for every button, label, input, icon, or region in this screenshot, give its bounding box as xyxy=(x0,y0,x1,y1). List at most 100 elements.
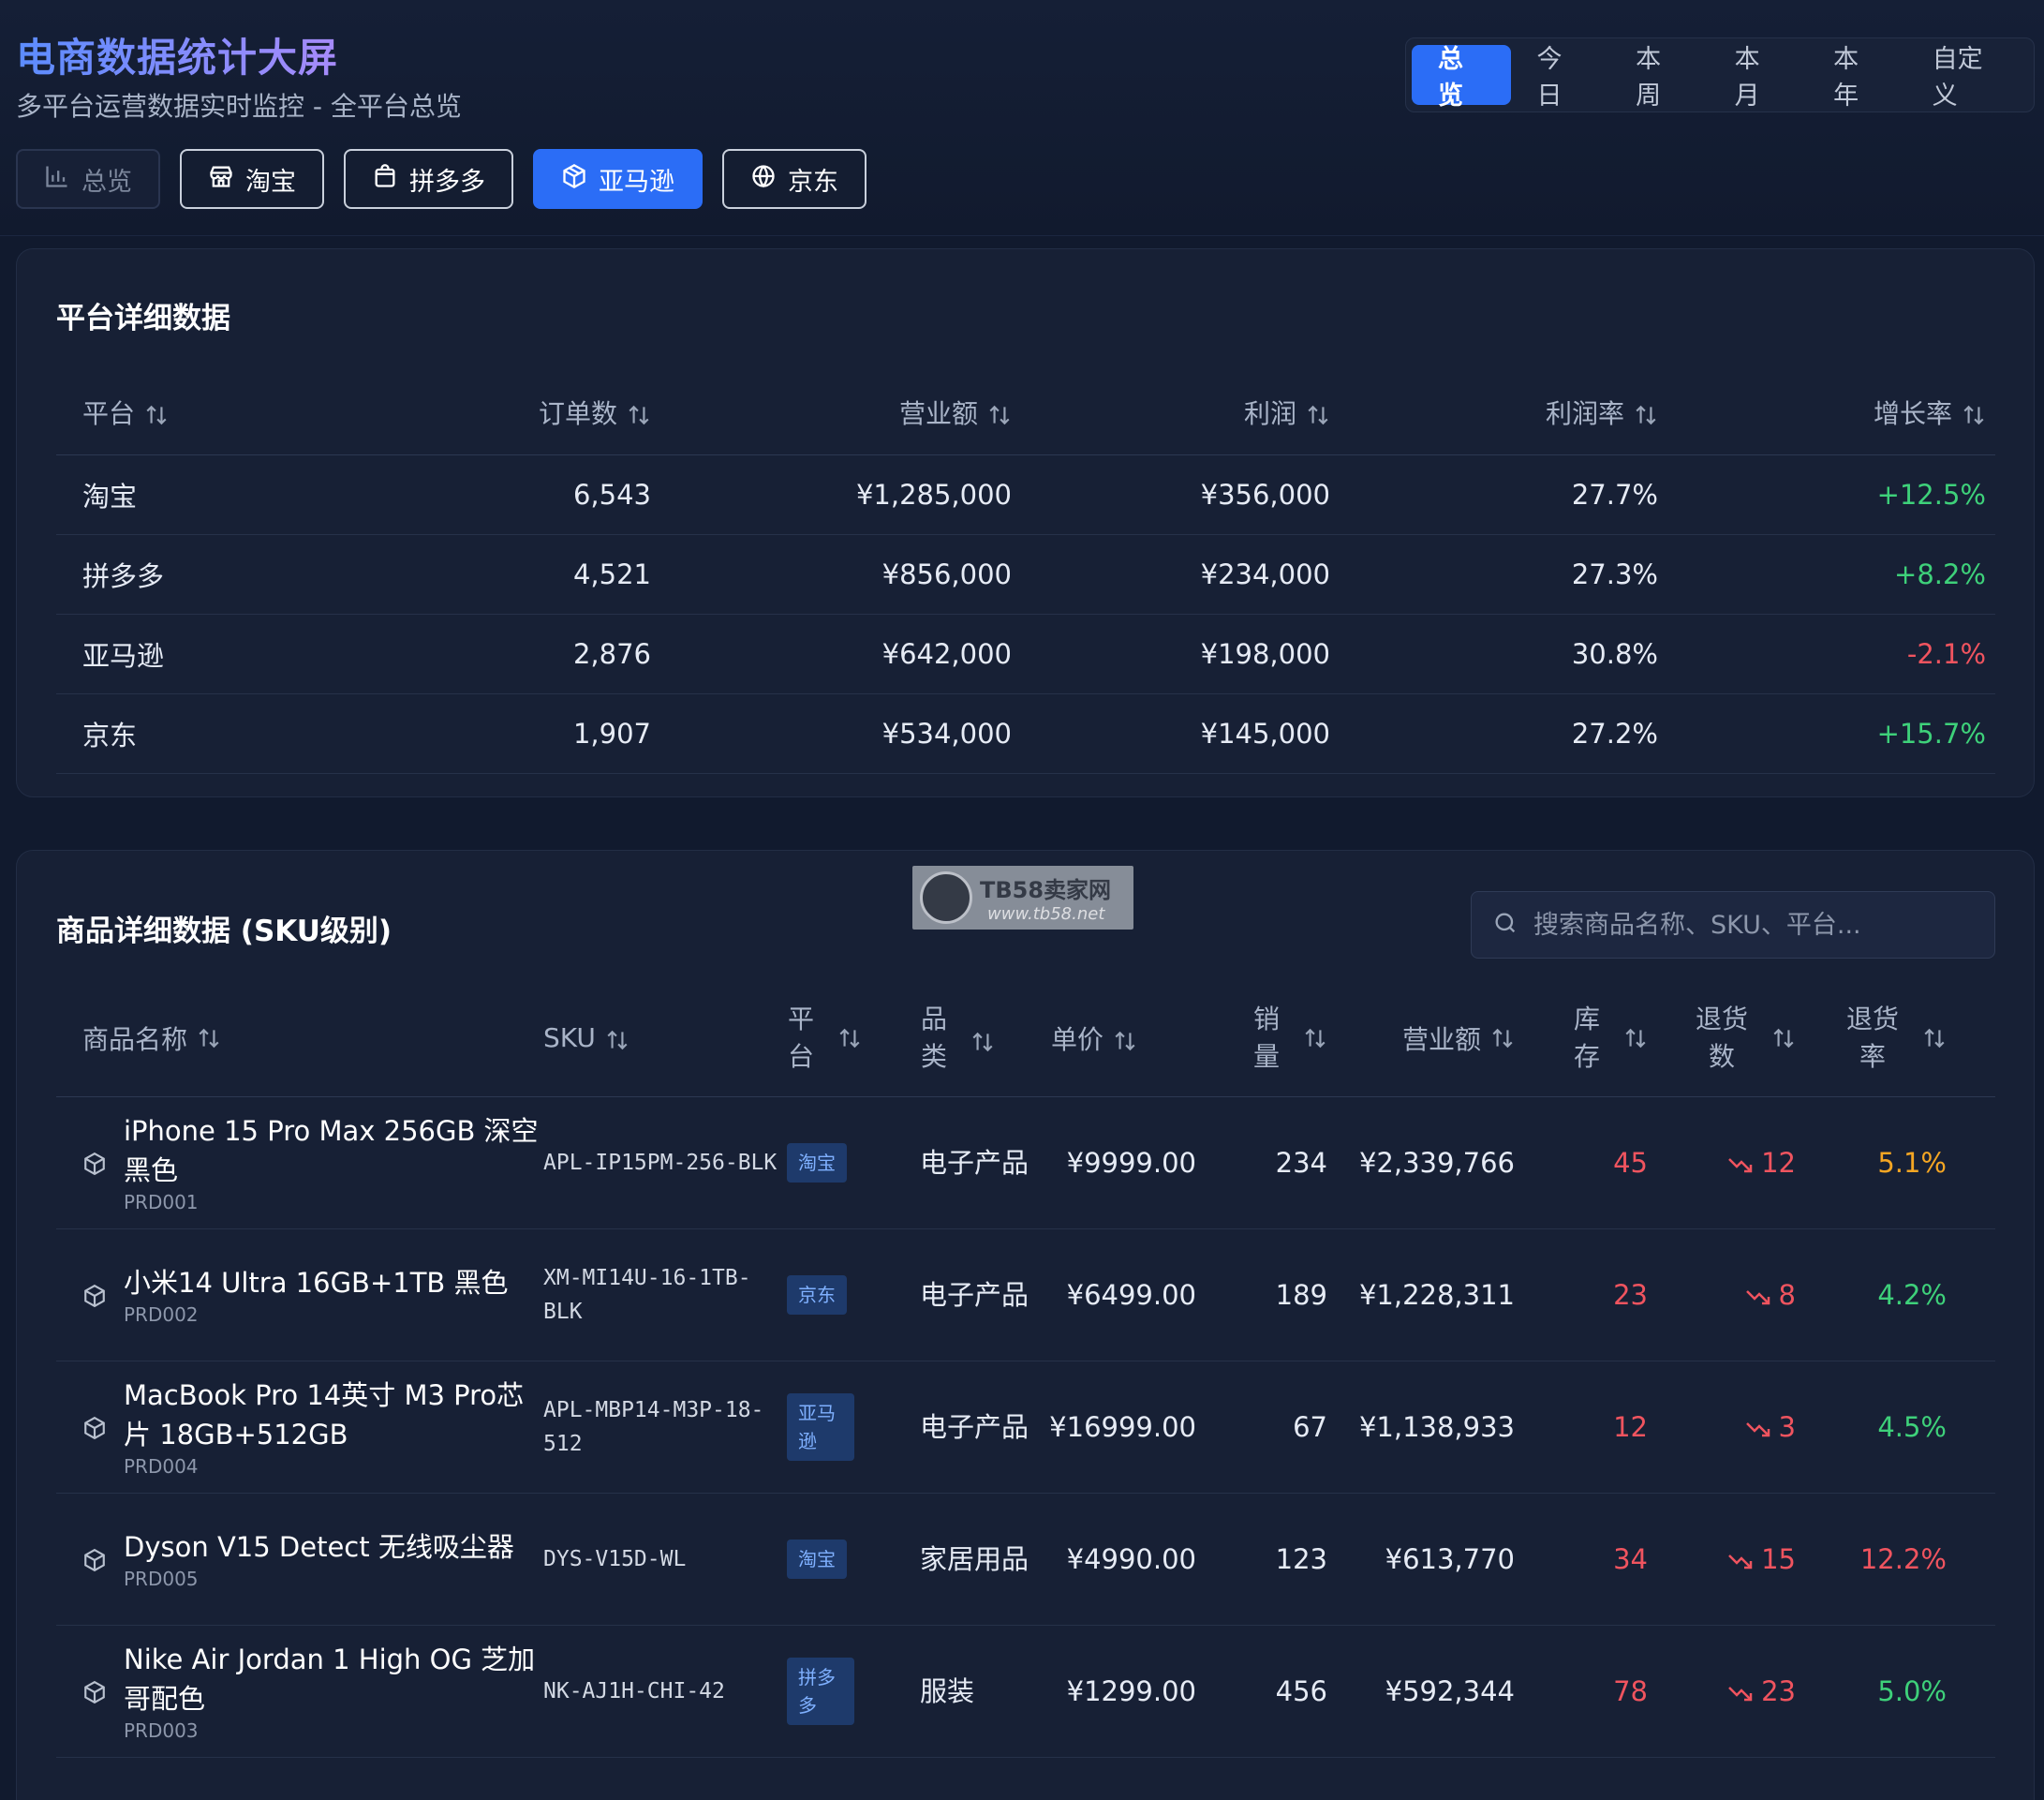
sort-icon[interactable] xyxy=(627,403,651,427)
bar-chart-icon xyxy=(44,163,70,196)
platform-tab-jd[interactable]: 京东 xyxy=(722,149,866,209)
platform-detail-card: 平台详细数据 平台 订单数 营业额 利润 利润率 增长率 淘宝 6,543 ¥1… xyxy=(16,248,2035,797)
col-header-category[interactable]: 品类 xyxy=(920,1001,1032,1076)
col-header-price[interactable]: 单价 xyxy=(1032,1019,1196,1057)
returns-value: 8 xyxy=(1778,1279,1796,1311)
col-header-platform[interactable]: 平台 xyxy=(787,1001,920,1076)
cell-stock: 78 xyxy=(1613,1675,1648,1707)
col-header-returns[interactable]: 退货数 xyxy=(1648,1001,1796,1076)
platform-tab-label: 总览 xyxy=(81,167,132,197)
cell-sku: APL-IP15PM-256-BLK xyxy=(543,1151,778,1175)
product-name: iPhone 15 Pro Max 256GB 深空黑色 xyxy=(124,1115,539,1186)
cell-revenue: ¥1,285,000 xyxy=(855,479,1012,511)
col-header-name[interactable]: 商品名称 xyxy=(56,1019,543,1057)
cell-profit: ¥234,000 xyxy=(1200,558,1330,590)
sort-icon[interactable] xyxy=(1303,1026,1327,1050)
platform-tag: 亚马逊 xyxy=(787,1393,854,1461)
product-id: PRD001 xyxy=(124,1191,199,1213)
package-icon xyxy=(82,1415,107,1440)
sort-icon[interactable] xyxy=(1634,403,1658,427)
table-row[interactable]: Dyson V15 Detect 无线吸尘器 PRD005 DYS-V15D-WL 淘… xyxy=(56,1494,1995,1626)
sort-icon[interactable] xyxy=(987,403,1012,427)
col-header-revenue[interactable]: 营业额 xyxy=(651,394,1012,431)
platform-tab-pinduoduo[interactable]: 拼多多 xyxy=(344,149,513,209)
period-tab-month[interactable]: 本月 xyxy=(1709,45,1808,111)
sort-icon[interactable] xyxy=(1922,1026,1947,1050)
cell-revenue: ¥642,000 xyxy=(881,638,1012,670)
period-tab-overview[interactable]: 总览 xyxy=(1412,45,1511,111)
cell-margin: 30.8% xyxy=(1571,638,1658,670)
table-row[interactable]: 淘宝 6,543 ¥1,285,000 ¥356,000 27.7% +12.5… xyxy=(56,455,1995,535)
col-header-revenue[interactable]: 营业额 xyxy=(1327,1019,1515,1057)
platform-tab-label: 京东 xyxy=(788,167,838,197)
col-header-margin[interactable]: 利润率 xyxy=(1330,394,1658,431)
sort-icon[interactable] xyxy=(1623,1026,1648,1050)
cell-revenue: ¥1,228,311 xyxy=(1358,1279,1515,1311)
col-header-growth[interactable]: 增长率 xyxy=(1658,394,1986,431)
search-box[interactable] xyxy=(1471,891,1995,959)
sort-icon[interactable] xyxy=(197,1026,221,1050)
cell-category: 服装 xyxy=(920,1675,975,1707)
table-row[interactable]: 亚马逊 2,876 ¥642,000 ¥198,000 30.8% -2.1% xyxy=(56,615,1995,694)
sku-table-title: 商品详细数据 (SKU级别) xyxy=(56,915,393,948)
cell-growth: -2.1% xyxy=(1906,638,1986,670)
table-row[interactable]: MacBook Pro 14英寸 M3 Pro芯片 18GB+512GB PRD0… xyxy=(56,1361,1995,1494)
sort-icon[interactable] xyxy=(1113,1029,1137,1053)
period-tab-custom[interactable]: 自定义 xyxy=(1906,45,2028,111)
col-header-sku[interactable]: SKU xyxy=(543,1021,787,1055)
sort-icon[interactable] xyxy=(1490,1026,1515,1050)
search-input[interactable] xyxy=(1533,910,1983,940)
watermark-name: TB58卖家网 xyxy=(980,877,1112,903)
sort-icon[interactable] xyxy=(605,1027,629,1051)
col-header-return-rate[interactable]: 退货率 xyxy=(1796,1001,1947,1076)
cell-platform: 京东 xyxy=(82,720,138,751)
sort-icon[interactable] xyxy=(1306,403,1330,427)
cell-return-rate: 4.5% xyxy=(1877,1411,1947,1443)
cell-product: iPhone 15 Pro Max 256GB 深空黑色 PRD001 xyxy=(56,1111,543,1214)
cell-category: 家居用品 xyxy=(920,1543,1029,1575)
table-row[interactable]: 拼多多 4,521 ¥856,000 ¥234,000 27.3% +8.2% xyxy=(56,535,1995,615)
platform-tabs: 总览 淘宝 拼多多 亚马逊 京东 xyxy=(16,149,866,209)
platform-tab-overview[interactable]: 总览 xyxy=(16,149,160,209)
cell-margin: 27.2% xyxy=(1571,718,1658,750)
cell-platform: 淘宝 xyxy=(82,481,138,513)
store-icon xyxy=(208,163,234,196)
trend-down-icon xyxy=(1727,1147,1761,1179)
table-row[interactable]: iPhone 15 Pro Max 256GB 深空黑色 PRD001 APL-IP… xyxy=(56,1097,1995,1229)
cell-platform: 京东 xyxy=(787,1275,920,1315)
platform-tag: 淘宝 xyxy=(787,1143,847,1183)
platform-tab-amazon[interactable]: 亚马逊 xyxy=(533,149,703,209)
cell-product: 小米14 Ultra 16GB+1TB 黑色 PRD002 xyxy=(56,1263,543,1327)
period-tab-today[interactable]: 今日 xyxy=(1511,45,1610,111)
col-header-stock[interactable]: 库存 xyxy=(1515,1001,1648,1076)
cell-growth: +8.2% xyxy=(1894,558,1986,590)
sort-icon[interactable] xyxy=(1771,1026,1796,1050)
cell-product: Dyson V15 Detect 无线吸尘器 PRD005 xyxy=(56,1527,543,1591)
platform-tag: 拼多多 xyxy=(787,1658,854,1725)
platform-tab-label: 亚马逊 xyxy=(599,167,674,197)
period-tab-week[interactable]: 本周 xyxy=(1609,45,1709,111)
col-header-platform[interactable]: 平台 xyxy=(56,394,328,431)
cell-price: ¥16999.00 xyxy=(1049,1411,1196,1443)
col-header-sales[interactable]: 销量 xyxy=(1196,1001,1327,1076)
cell-product: Nike Air Jordan 1 High OG 芝加哥配色 PRD003 xyxy=(56,1640,543,1743)
col-header-profit[interactable]: 利润 xyxy=(1012,394,1330,431)
sort-icon[interactable] xyxy=(1962,403,1986,427)
sort-icon[interactable] xyxy=(144,403,169,427)
col-header-orders[interactable]: 订单数 xyxy=(328,394,651,431)
sort-icon[interactable] xyxy=(837,1026,862,1050)
table-row[interactable]: Nike Air Jordan 1 High OG 芝加哥配色 PRD003 NK-… xyxy=(56,1626,1995,1758)
cell-platform: 拼多多 xyxy=(82,560,165,592)
cell-category: 电子产品 xyxy=(920,1147,1029,1179)
cell-platform: 亚马逊 xyxy=(82,640,165,672)
cell-orders: 4,521 xyxy=(572,558,651,590)
platform-table: 平台 订单数 营业额 利润 利润率 增长率 淘宝 6,543 ¥1,285,00… xyxy=(56,369,1995,774)
table-row[interactable]: 小米14 Ultra 16GB+1TB 黑色 PRD002 XM-MI14U-16-… xyxy=(56,1229,1995,1361)
returns-value: 3 xyxy=(1778,1411,1796,1443)
table-row[interactable]: 京东 1,907 ¥534,000 ¥145,000 27.2% +15.7% xyxy=(56,694,1995,774)
platform-tab-taobao[interactable]: 淘宝 xyxy=(180,149,324,209)
cell-platform: 淘宝 xyxy=(787,1143,920,1183)
cell-profit: ¥356,000 xyxy=(1200,479,1330,511)
period-tab-year[interactable]: 本年 xyxy=(1807,45,1906,111)
sort-icon[interactable] xyxy=(970,1026,995,1051)
